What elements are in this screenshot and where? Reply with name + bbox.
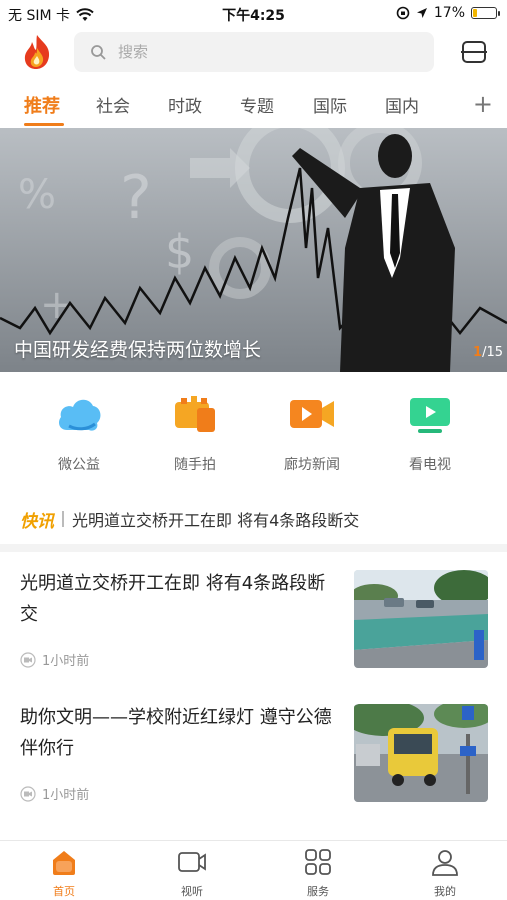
tv-icon — [410, 398, 450, 433]
news-thumbnail — [354, 570, 488, 668]
search-input[interactable] — [118, 32, 418, 72]
video-badge-icon — [20, 785, 36, 802]
tab-international[interactable]: 国际 — [313, 92, 347, 117]
svg-text:?: ? — [120, 163, 152, 233]
nav-label: 服务 — [307, 885, 329, 898]
tab-recommend[interactable]: 推荐 — [24, 92, 60, 118]
search-icon — [91, 45, 106, 60]
tab-politics[interactable]: 时政 — [168, 92, 202, 117]
tab-special[interactable]: 专题 — [240, 92, 274, 117]
add-tab-button[interactable]: + — [473, 90, 493, 118]
news-meta: 1小时前 — [20, 784, 89, 803]
search-bar[interactable] — [74, 32, 434, 72]
news-thumbnail — [354, 704, 488, 802]
section-divider — [0, 544, 507, 552]
news-item[interactable]: 助你文明——学校附近红绿灯 遵守公德伴你行 1小时前 — [0, 702, 507, 822]
category-tabs: 推荐 社会 时政 专题 国际 国内 + — [0, 82, 507, 126]
location-icon — [416, 8, 427, 18]
active-tab-indicator — [24, 123, 64, 126]
nav-video[interactable]: 视听 — [152, 847, 232, 899]
news-time: 1小时前 — [42, 788, 90, 803]
banner-caption: 中国研发经费保持两位数增长 — [14, 339, 262, 361]
video-camera-icon — [178, 852, 206, 872]
tab-society[interactable]: 社会 — [96, 92, 130, 117]
cloud-icon — [59, 399, 101, 431]
quick-entry-langfang-news[interactable]: 廊坊新闻 — [262, 392, 362, 474]
quick-entries: 微公益 随手拍 廊坊新闻 看电视 — [0, 392, 507, 478]
video-badge-icon — [20, 651, 36, 668]
svg-text:%: % — [18, 172, 56, 218]
flash-news-bar[interactable]: 快讯 光明道立交桥开工在即 将有4条路段断交 — [20, 506, 490, 532]
flame-logo-icon[interactable] — [22, 34, 52, 70]
home-icon — [53, 851, 75, 875]
app-header — [0, 30, 507, 76]
status-right: 17% — [396, 5, 500, 21]
user-icon — [432, 850, 458, 876]
rotation-lock-icon — [396, 6, 410, 20]
banner-pager: 1/15 — [473, 345, 503, 360]
quick-entry-label: 随手拍 — [174, 457, 216, 473]
news-meta: 1小时前 — [20, 650, 89, 669]
bottom-navigation: 首页 视听 服务 我的 — [0, 840, 507, 900]
video-icon — [290, 400, 334, 428]
news-title: 光明道立交桥开工在即 将有4条路段断交 — [20, 573, 326, 625]
quick-entry-label: 看电视 — [409, 457, 451, 473]
status-bar: 无 SIM 卡 下午4:25 17% — [0, 0, 507, 28]
camera-icon — [175, 396, 215, 432]
battery-percent: 17% — [433, 5, 465, 21]
quick-entry-snapshot[interactable]: 随手拍 — [145, 392, 245, 474]
news-title: 助你文明——学校附近红绿灯 遵守公德伴你行 — [20, 707, 332, 759]
banner-carousel[interactable]: ? $ % + 中国研发经费保持两位数增长 1/15 — [0, 128, 507, 372]
nav-home[interactable]: 首页 — [24, 847, 104, 899]
flash-separator — [62, 511, 64, 527]
nav-label: 我的 — [434, 885, 456, 898]
news-item[interactable]: 光明道立交桥开工在即 将有4条路段断交 1小时前 — [0, 568, 507, 688]
menu-icon[interactable] — [461, 40, 487, 64]
nav-profile[interactable]: 我的 — [405, 847, 485, 899]
quick-entry-charity[interactable]: 微公益 — [29, 392, 129, 474]
banner-page-total: /15 — [482, 345, 503, 360]
svg-text:$: $ — [165, 225, 194, 279]
nav-services[interactable]: 服务 — [278, 847, 358, 899]
flash-tag: 快讯 — [20, 511, 54, 532]
news-time: 1小时前 — [42, 654, 90, 669]
battery-icon — [471, 7, 500, 19]
grid-icon — [305, 849, 331, 875]
tab-domestic[interactable]: 国内 — [385, 92, 419, 117]
nav-label: 视听 — [181, 885, 203, 898]
quick-entry-label: 廊坊新闻 — [284, 457, 340, 473]
flash-text: 光明道立交桥开工在即 将有4条路段断交 — [72, 511, 360, 530]
quick-entry-label: 微公益 — [58, 457, 100, 473]
banner-page-current: 1 — [473, 345, 483, 360]
nav-label: 首页 — [53, 885, 75, 898]
quick-entry-watch-tv[interactable]: 看电视 — [380, 392, 480, 474]
